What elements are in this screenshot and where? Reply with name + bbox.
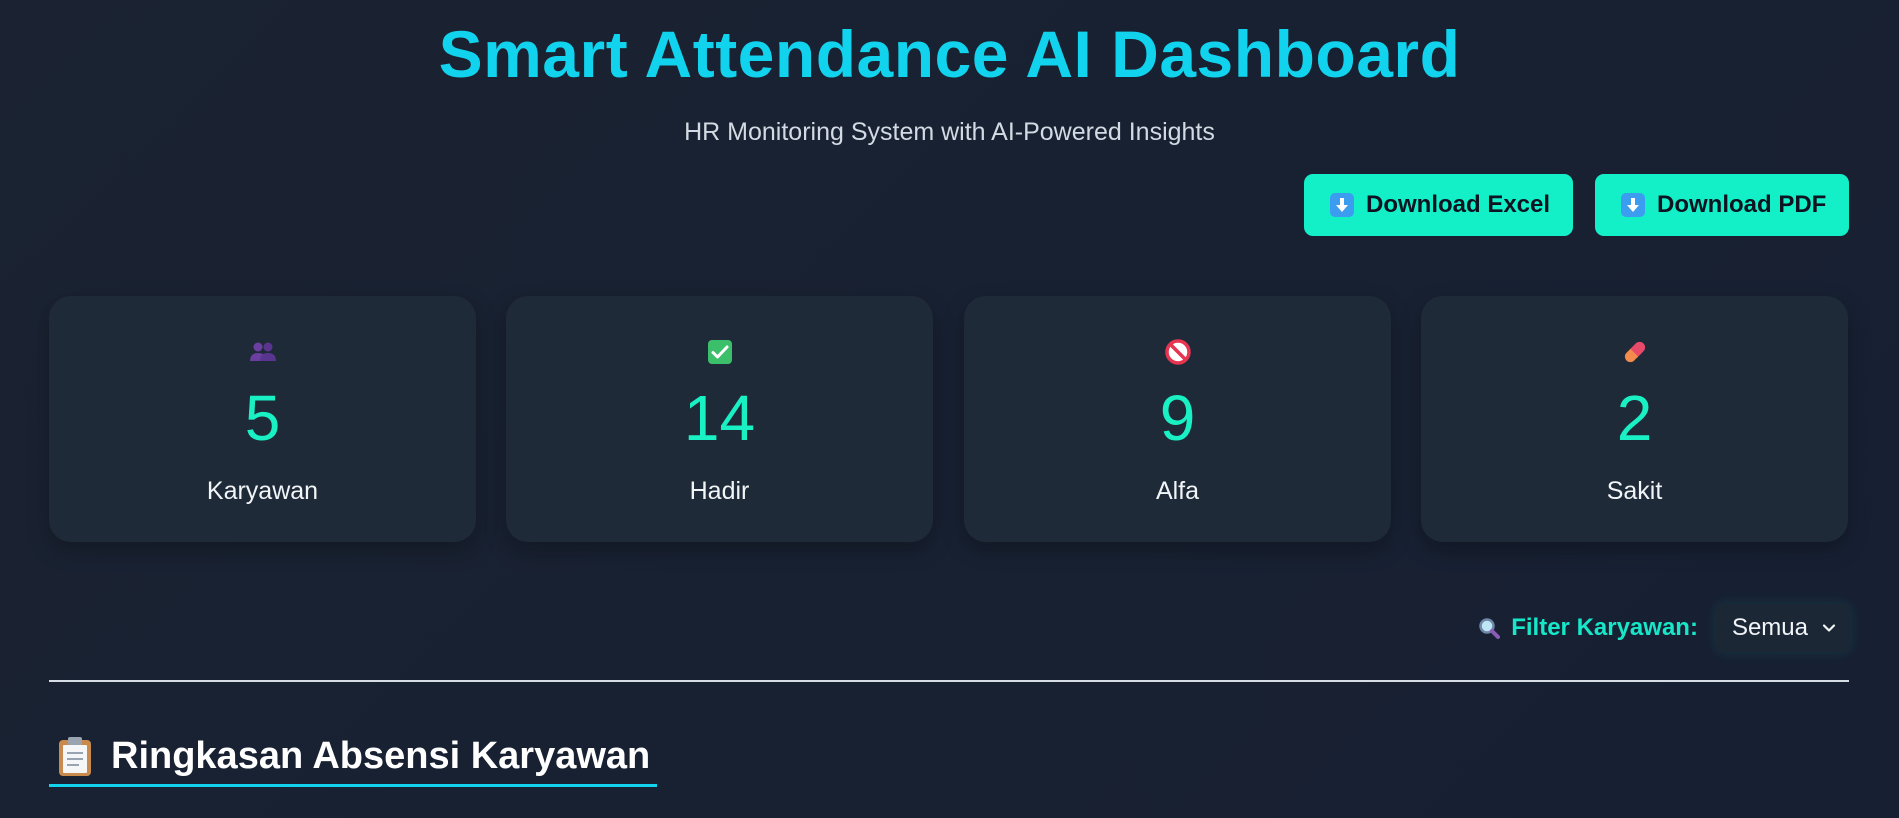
prohibited-icon <box>964 338 1391 366</box>
stat-card-karyawan: 5 Karyawan <box>49 296 476 542</box>
check-icon <box>506 338 933 366</box>
chevron-down-icon <box>1822 624 1836 632</box>
pill-icon <box>1421 338 1848 366</box>
employee-filter-select[interactable]: Semua <box>1715 604 1850 652</box>
filter-label-text: Filter Karyawan: <box>1511 614 1698 641</box>
filter-selected-value: Semua <box>1731 614 1808 641</box>
stat-value: 5 <box>244 382 281 454</box>
stat-value: 2 <box>1616 382 1653 454</box>
download-arrow-icon <box>1621 193 1645 217</box>
section-divider <box>49 680 1849 682</box>
download-pdf-label: Download PDF <box>1657 191 1827 218</box>
page-title: Smart Attendance AI Dashboard <box>438 17 1461 91</box>
stat-value: 9 <box>1159 382 1196 454</box>
section-heading: Ringkasan Absensi Karyawan <box>49 728 650 784</box>
stat-card-alfa: 9 Alfa <box>964 296 1391 542</box>
section-title: Ringkasan Absensi Karyawan <box>111 735 651 777</box>
section-title-underline <box>49 784 657 787</box>
stat-label: Alfa <box>1155 477 1200 505</box>
stat-card-sakit: 2 Sakit <box>1421 296 1848 542</box>
stat-card-hadir: 14 Hadir <box>506 296 933 542</box>
download-pdf-button[interactable]: Download PDF <box>1595 174 1849 236</box>
filter-label: Filter Karyawan: <box>1477 614 1698 642</box>
stat-label: Hadir <box>689 477 750 505</box>
stat-value: 14 <box>683 382 756 454</box>
people-icon <box>49 338 476 366</box>
download-arrow-icon <box>1330 193 1354 217</box>
clipboard-icon <box>59 737 91 776</box>
download-excel-label: Download Excel <box>1366 191 1551 218</box>
magnifier-icon <box>1479 618 1501 639</box>
stat-label: Sakit <box>1606 477 1663 505</box>
stat-label: Karyawan <box>206 477 319 505</box>
page-subtitle: HR Monitoring System with AI-Powered Ins… <box>684 118 1215 146</box>
employee-filter: Filter Karyawan: Semua <box>1477 604 1850 652</box>
download-excel-button[interactable]: Download Excel <box>1304 174 1573 236</box>
